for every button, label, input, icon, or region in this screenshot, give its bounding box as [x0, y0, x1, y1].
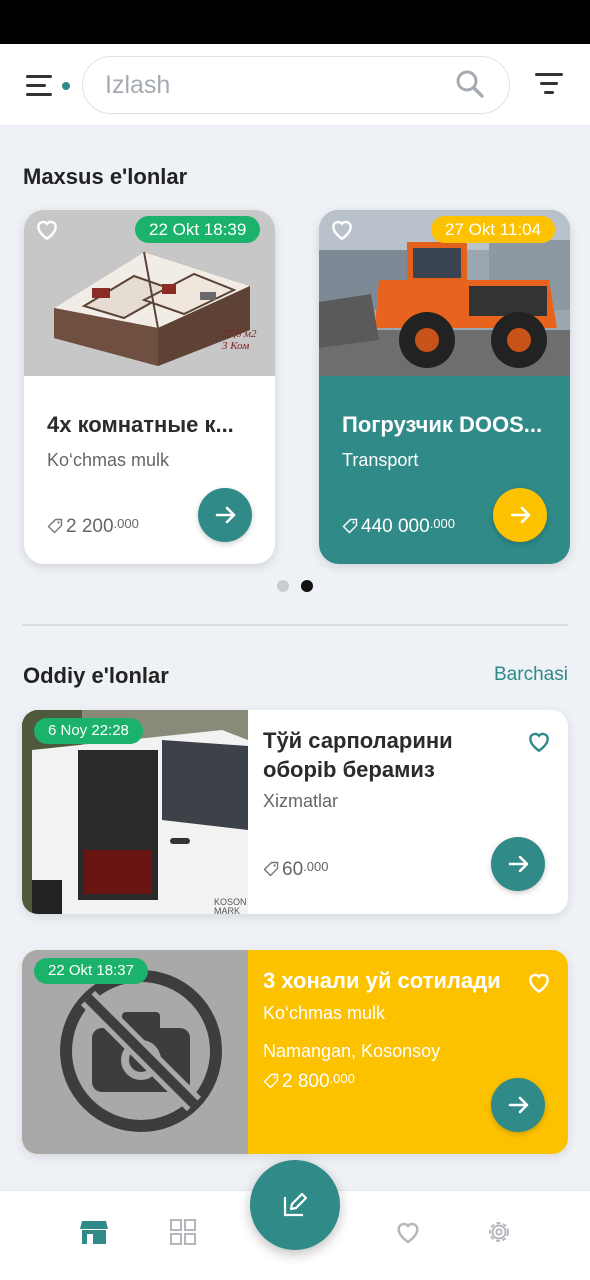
listing-title: Тўй сарполарини оборib берамиз: [263, 728, 453, 782]
price-value: 2 200: [66, 516, 114, 537]
listing-price: 440 000.000: [342, 516, 455, 538]
featured-section-title: Maxsus e'lonlar: [23, 164, 188, 189]
favorite-heart-icon[interactable]: [526, 969, 552, 995]
menu-icon-line: [26, 84, 46, 87]
listing-price: 2 200.000: [47, 516, 139, 538]
filter-icon-line: [540, 82, 558, 85]
price-thousands: .000: [303, 859, 329, 874]
listing-location: Namangan, Kosonsoy: [263, 1041, 441, 1061]
arrow-right-icon: [215, 506, 236, 524]
listing-category: Transport: [342, 450, 419, 470]
add-listing-button[interactable]: [250, 1160, 340, 1250]
menu-icon: [26, 75, 52, 78]
listing-category: Ko‘chmas mulk: [47, 450, 170, 470]
heart-icon[interactable]: [393, 1217, 423, 1247]
listing-card[interactable]: 22 Okt 18:37 3 хонали уй сотилади Ko‘chm…: [22, 950, 568, 1154]
price-tag-icon: [342, 518, 358, 534]
listing-title: Погрузчик DOOS...: [342, 412, 543, 437]
date-badge: 22 Okt 18:39: [135, 216, 261, 243]
favorite-heart-icon[interactable]: [526, 728, 552, 754]
price-thousands: .000: [113, 516, 139, 531]
listing-card[interactable]: KOSON MARK 6 Noy 22:28 Тўй сарполарини об…: [22, 710, 568, 914]
listing-category: Ko‘chmas mulk: [263, 1003, 386, 1023]
price-thousands: .000: [429, 516, 455, 531]
open-listing-button[interactable]: [493, 488, 547, 542]
open-listing-button[interactable]: [198, 488, 252, 542]
search-box[interactable]: [82, 56, 510, 114]
arrow-right-icon: [510, 506, 531, 524]
date-badge: 6 Noy 22:28: [34, 718, 143, 744]
open-listing-button[interactable]: [491, 1078, 545, 1132]
price-value: 60: [282, 859, 304, 880]
section-divider: [22, 624, 568, 626]
favorite-heart-icon[interactable]: [329, 216, 355, 242]
top-bar: [0, 44, 590, 126]
gear-icon[interactable]: [484, 1217, 514, 1247]
status-bar: [0, 0, 590, 44]
price-tag-icon: [263, 861, 279, 877]
listing-price: 60.000: [263, 859, 328, 881]
open-listing-button[interactable]: [491, 837, 545, 891]
notification-dot: [62, 82, 70, 90]
carousel-dot[interactable]: [277, 580, 289, 592]
price-tag-icon: [47, 518, 63, 534]
image-watermark: KOSON MARK: [214, 897, 247, 915]
arrow-right-icon: [508, 855, 529, 873]
filter-icon-line: [544, 91, 554, 94]
see-all-link[interactable]: Barchasi: [494, 664, 568, 686]
filter-icon: [535, 73, 563, 76]
grid-icon[interactable]: [168, 1217, 198, 1247]
menu-icon-line: [26, 93, 52, 96]
date-badge: 22 Okt 18:37: [34, 958, 148, 984]
image-caption: 77,6 м2 3 Ком: [222, 328, 257, 352]
price-value: 440 000: [361, 516, 430, 537]
listing-category: Xizmatlar: [263, 791, 339, 811]
favorite-heart-icon[interactable]: [34, 216, 60, 242]
date-badge: 27 Okt 11:04: [431, 216, 556, 243]
listings-section-title: Oddiy e'lonlar: [23, 663, 169, 688]
arrow-right-icon: [508, 1096, 529, 1114]
price-value: 2 800: [282, 1071, 330, 1092]
listing-title: 3 хонали уй сотилади: [263, 968, 501, 993]
featured-card[interactable]: 77,6 м2 3 Ком 22 Okt 18:39 4х комнатные к…: [24, 210, 275, 564]
search-input[interactable]: [105, 67, 455, 103]
price-tag-icon: [263, 1073, 279, 1089]
listing-title: 4х комнатные к...: [47, 412, 234, 437]
store-icon[interactable]: [79, 1217, 109, 1247]
listing-price: 2 800.000: [263, 1071, 355, 1093]
menu-button[interactable]: [22, 72, 72, 100]
carousel-dot-active[interactable]: [301, 580, 313, 592]
featured-card[interactable]: 27 Okt 11:04 Погрузчик DOOS... Transport…: [319, 210, 570, 564]
search-icon[interactable]: [455, 69, 485, 99]
edit-icon: [283, 1192, 308, 1217]
filter-button[interactable]: [532, 70, 568, 100]
price-thousands: .000: [329, 1071, 355, 1086]
